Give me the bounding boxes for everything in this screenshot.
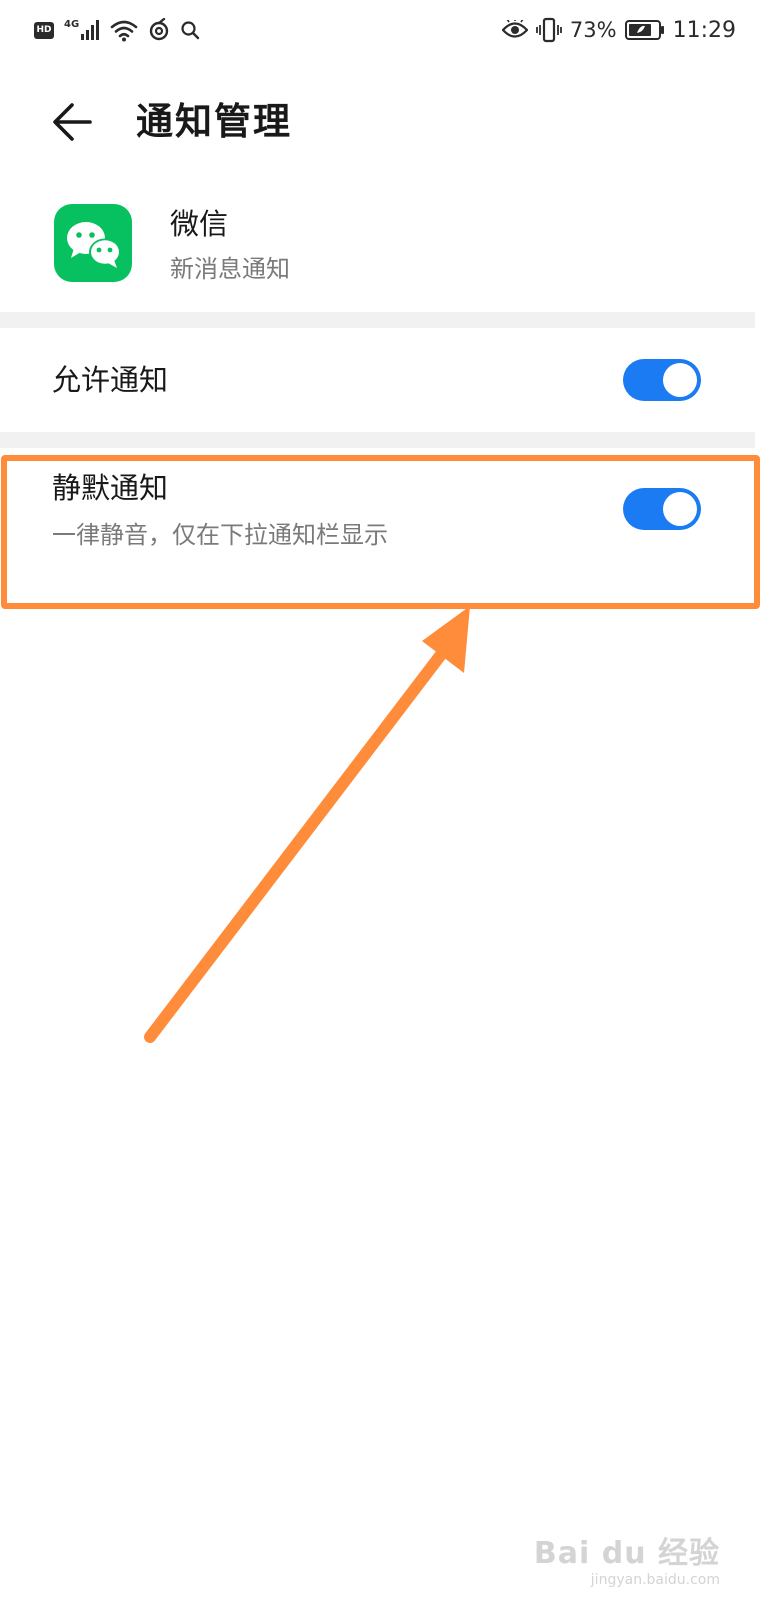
search-icon: [181, 21, 200, 40]
watermark-main: Bai du 经验: [533, 1536, 720, 1571]
setting-label: 允许通知: [52, 363, 169, 397]
notification-management-screen: HD 4G 73% 11:29 通知管理 微信 新消息通知 允许通知 静默通知 …: [0, 0, 770, 1600]
header: 通知管理: [0, 80, 770, 164]
back-button[interactable]: [46, 96, 98, 148]
hd-icon: HD: [34, 21, 54, 39]
section-divider: [0, 432, 755, 448]
status-bar-left: HD 4G: [34, 16, 200, 44]
toggle-knob: [663, 492, 697, 526]
vibrate-icon: [536, 17, 562, 43]
clock: 11:29: [672, 17, 736, 43]
wechat-icon: [54, 204, 132, 282]
arrow-left-icon: [53, 103, 92, 141]
page-title: 通知管理: [136, 100, 292, 143]
toggle-knob: [663, 363, 697, 397]
signal-icon: 4G: [64, 19, 100, 41]
battery-percent: 73%: [569, 18, 617, 42]
baidu-jingyan-watermark: Bai du 经验 jingyan.baidu.com: [534, 1536, 720, 1588]
silent-notifications-toggle[interactable]: [623, 488, 701, 530]
wifi-icon: [110, 20, 138, 42]
status-bar: HD 4G 73% 11:29: [0, 0, 770, 62]
allow-notifications-toggle[interactable]: [623, 359, 701, 401]
battery-icon: [624, 20, 664, 40]
setting-description: 一律静音，仅在下拉通知栏显示: [52, 521, 388, 549]
app-name: 微信: [170, 207, 229, 241]
setting-label: 静默通知: [52, 471, 169, 505]
setting-silent-notifications[interactable]: 静默通知 一律静音，仅在下拉通知栏显示: [0, 448, 755, 598]
network-type-label: 4G: [64, 19, 80, 30]
nfc-icon: [149, 18, 169, 41]
setting-allow-notifications[interactable]: 允许通知: [0, 328, 755, 432]
app-subtitle: 新消息通知: [170, 255, 290, 283]
status-bar-right: 73% 11:29: [501, 14, 736, 46]
watermark-sub: jingyan.baidu.com: [590, 1572, 720, 1588]
eye-comfort-icon: [501, 20, 528, 38]
section-divider: [0, 312, 755, 328]
app-info: 微信 新消息通知: [0, 190, 770, 310]
